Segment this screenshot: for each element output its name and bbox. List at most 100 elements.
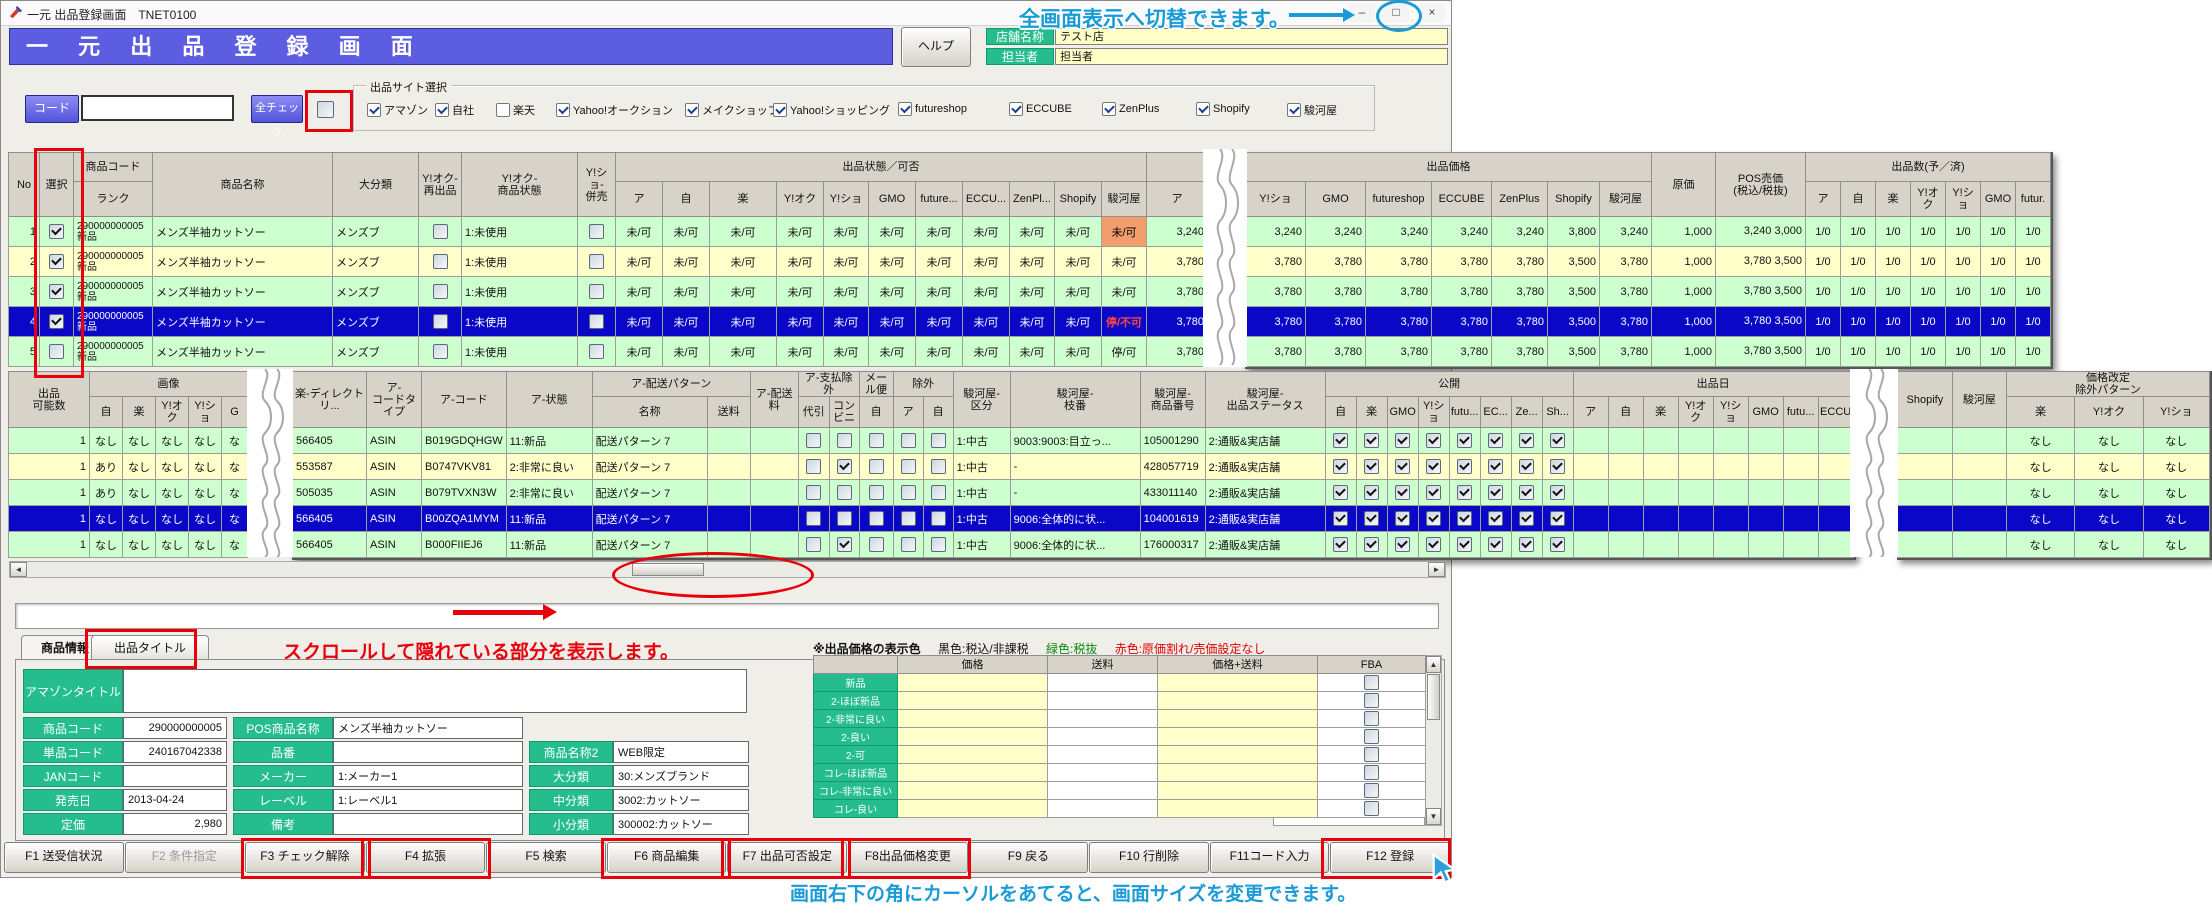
price-cell[interactable]	[898, 710, 1048, 728]
publish-checkbox[interactable]	[1333, 485, 1348, 500]
function-key-button[interactable]: F3 チェック解除	[245, 842, 365, 873]
detail-row[interactable]: なしなしなし	[1898, 480, 2210, 506]
publish-checkbox[interactable]	[1519, 485, 1534, 500]
publish-checkbox[interactable]	[1488, 433, 1503, 448]
site-item[interactable]: ECCUBE	[1009, 102, 1072, 116]
publish-checkbox[interactable]	[1395, 433, 1410, 448]
publish-checkbox[interactable]	[1519, 433, 1534, 448]
site-checkbox[interactable]	[1196, 102, 1210, 116]
fba-checkbox[interactable]	[1364, 747, 1379, 762]
detail-row[interactable]: 553587ASINB0747VKV812:非常に良い配送パターン 71:中古-…	[293, 454, 1854, 480]
select-checkbox[interactable]	[49, 314, 64, 329]
scroll-up-button[interactable]: ▲	[1426, 656, 1441, 673]
listing-row[interactable]: 4290000000005新品メンズ半袖カットソーメンズブ1:未使用未/可未/可…	[9, 307, 1208, 337]
heibai-checkbox[interactable]	[589, 314, 604, 329]
relist-checkbox[interactable]	[433, 314, 448, 329]
relist-checkbox[interactable]	[433, 284, 448, 299]
site-item[interactable]: Shopify	[1196, 102, 1250, 116]
listing-row[interactable]: 3,7803,7803,7803,7803,7803,5003,7801,000…	[1246, 247, 2051, 277]
publish-checkbox[interactable]	[1395, 511, 1410, 526]
price-plus-shipping-cell[interactable]	[1158, 728, 1318, 746]
info-field[interactable]: 2,980	[123, 813, 227, 835]
fba-checkbox[interactable]	[1364, 729, 1379, 744]
detail-row[interactable]: 1なしなしなしなしな	[9, 506, 248, 532]
publish-checkbox[interactable]	[1550, 433, 1565, 448]
info-field[interactable]: 290000000005	[123, 717, 227, 739]
site-checkbox[interactable]	[685, 103, 699, 117]
publish-checkbox[interactable]	[1550, 459, 1565, 474]
site-item[interactable]: 駿河屋	[1287, 102, 1337, 118]
close-button[interactable]: ×	[1419, 4, 1445, 22]
site-checkbox[interactable]	[773, 103, 787, 117]
publish-checkbox[interactable]	[1519, 511, 1534, 526]
all-check-button[interactable]: 全チェック	[251, 95, 303, 123]
site-item[interactable]: Yahoo!オークション	[556, 102, 673, 118]
select-checkbox[interactable]	[49, 224, 64, 239]
site-checkbox[interactable]	[367, 103, 381, 117]
conbini-checkbox[interactable]	[837, 537, 852, 552]
select-checkbox[interactable]	[49, 344, 64, 359]
site-item[interactable]: アマゾン	[367, 102, 428, 118]
publish-checkbox[interactable]	[1457, 459, 1472, 474]
exclude-a-checkbox[interactable]	[901, 511, 916, 526]
publish-checkbox[interactable]	[1364, 433, 1379, 448]
publish-checkbox[interactable]	[1333, 537, 1348, 552]
price-cell[interactable]	[898, 692, 1048, 710]
detail-row[interactable]: 505035ASINB079TVXN3W2:非常に良い配送パターン 71:中古-…	[293, 480, 1854, 506]
publish-checkbox[interactable]	[1488, 511, 1503, 526]
daibiki-checkbox[interactable]	[806, 537, 821, 552]
function-key-button[interactable]: F6 商品編集	[607, 842, 727, 873]
function-key-button[interactable]: F5 検索	[486, 842, 606, 873]
listing-row[interactable]: 1290000000005新品メンズ半袖カットソーメンズブ1:未使用未/可未/可…	[9, 217, 1208, 247]
code-input[interactable]	[81, 95, 234, 121]
mail-checkbox[interactable]	[869, 485, 884, 500]
info-field[interactable]	[123, 765, 227, 787]
heibai-checkbox[interactable]	[589, 284, 604, 299]
fba-checkbox[interactable]	[1364, 711, 1379, 726]
detail-row[interactable]: 566405ASINB000FIIEJ611:新品配送パターン 71:中古900…	[293, 532, 1854, 558]
scroll-left-button[interactable]: ◄	[10, 562, 27, 577]
publish-checkbox[interactable]	[1426, 459, 1441, 474]
daibiki-checkbox[interactable]	[806, 459, 821, 474]
function-key-button[interactable]: F7 出品可否設定	[727, 842, 847, 873]
info-field[interactable]: 1:レーベル1	[333, 789, 523, 811]
price-plus-shipping-cell[interactable]	[1158, 782, 1318, 800]
exclude-self-checkbox[interactable]	[931, 511, 946, 526]
price-table-scrollbar[interactable]: ▲ ▼	[1425, 655, 1442, 826]
exclude-self-checkbox[interactable]	[931, 433, 946, 448]
daibiki-checkbox[interactable]	[806, 433, 821, 448]
shipping-cell[interactable]	[1048, 692, 1158, 710]
info-field[interactable]: 2013-04-24	[123, 789, 227, 811]
fba-checkbox[interactable]	[1364, 693, 1379, 708]
exclude-a-checkbox[interactable]	[901, 459, 916, 474]
publish-checkbox[interactable]	[1488, 485, 1503, 500]
detail-row[interactable]: なしなしなし	[1898, 454, 2210, 480]
price-plus-shipping-cell[interactable]	[1158, 764, 1318, 782]
detail-row[interactable]: なしなしなし	[1898, 428, 2210, 454]
price-cell[interactable]	[898, 800, 1048, 818]
site-item[interactable]: 楽天	[496, 102, 535, 118]
publish-checkbox[interactable]	[1457, 433, 1472, 448]
publish-checkbox[interactable]	[1426, 511, 1441, 526]
fba-checkbox[interactable]	[1364, 801, 1379, 816]
all-check-checkbox[interactable]	[317, 101, 334, 118]
publish-checkbox[interactable]	[1364, 459, 1379, 474]
site-checkbox[interactable]	[1287, 103, 1301, 117]
site-checkbox[interactable]	[1009, 102, 1023, 116]
listing-row[interactable]: 5290000000005新品メンズ半袖カットソーメンズブ1:未使用未/可未/可…	[9, 337, 1208, 367]
site-item[interactable]: メイクショップ	[685, 102, 779, 118]
detail-row[interactable]: 1ありなしなしなしな	[9, 480, 248, 506]
publish-checkbox[interactable]	[1333, 511, 1348, 526]
exclude-a-checkbox[interactable]	[901, 433, 916, 448]
function-key-button[interactable]: F10 行削除	[1089, 842, 1209, 873]
publish-checkbox[interactable]	[1395, 485, 1410, 500]
scrollbar-thumb[interactable]	[1427, 674, 1440, 720]
price-plus-shipping-cell[interactable]	[1158, 746, 1318, 764]
shipping-cell[interactable]	[1048, 764, 1158, 782]
publish-checkbox[interactable]	[1457, 511, 1472, 526]
site-checkbox[interactable]	[556, 103, 570, 117]
publish-checkbox[interactable]	[1550, 537, 1565, 552]
site-checkbox[interactable]	[898, 102, 912, 116]
exclude-self-checkbox[interactable]	[931, 459, 946, 474]
conbini-checkbox[interactable]	[837, 511, 852, 526]
